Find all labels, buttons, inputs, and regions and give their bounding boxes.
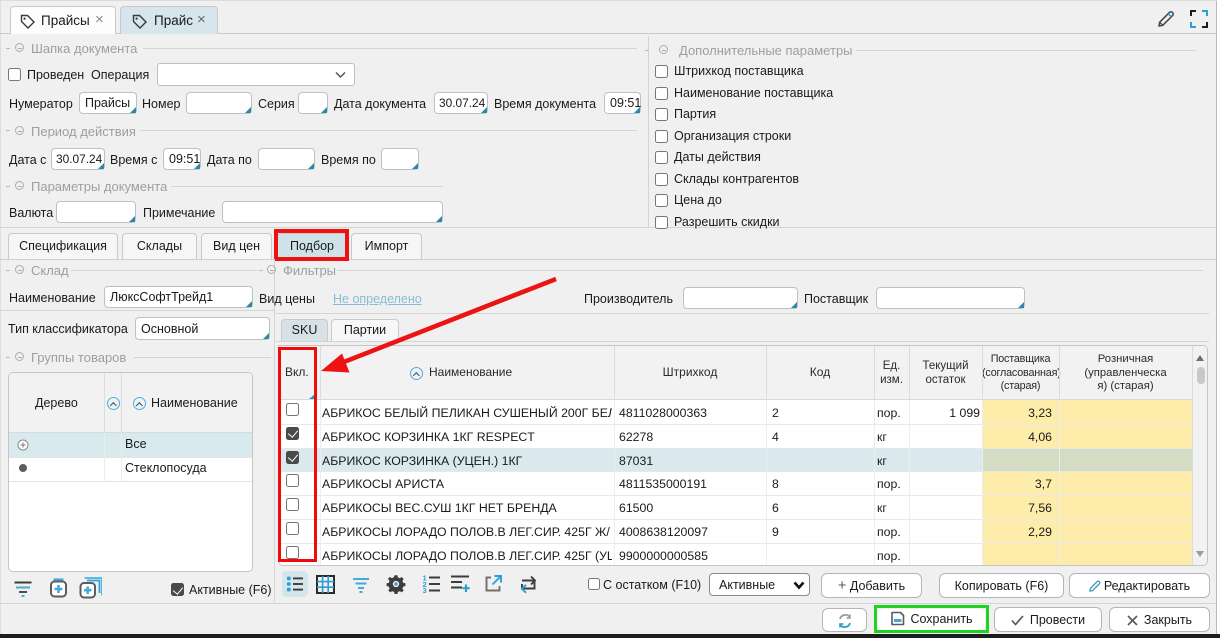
svg-text:3: 3 xyxy=(423,586,427,593)
